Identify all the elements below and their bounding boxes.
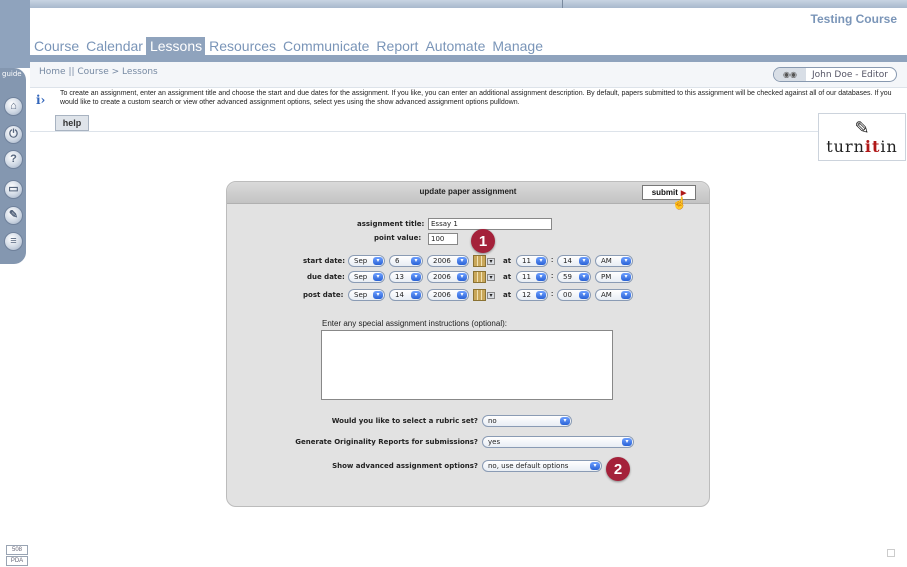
- due-date-label: due date:: [307, 273, 345, 281]
- calendar-icon[interactable]: ▾: [473, 255, 495, 267]
- start-minute-select[interactable]: 14 ▾: [557, 255, 591, 267]
- start-month-select[interactable]: Sep ▾: [348, 255, 385, 267]
- 508-link[interactable]: 508: [6, 545, 28, 555]
- nav-lessons[interactable]: Lessons: [145, 37, 206, 55]
- originality-question: Generate Originality Reports for submiss…: [295, 438, 478, 446]
- due-hour-select[interactable]: 11 ▾: [516, 271, 548, 283]
- hand-cursor-icon: ☝: [672, 196, 687, 210]
- originality-select[interactable]: yes ▾: [482, 436, 634, 448]
- tools-icon[interactable]: ✎: [4, 206, 23, 225]
- post-minute-select[interactable]: 00 ▾: [557, 289, 591, 301]
- points-label: point value:: [374, 234, 422, 242]
- info-text: To create an assignment, enter an assign…: [60, 90, 892, 106]
- due-minute-select[interactable]: 59 ▾: [557, 271, 591, 283]
- course-title: Testing Course: [810, 12, 897, 26]
- power-icon[interactable]: ⏻: [4, 125, 23, 144]
- turnitin-logo: ✎ turnitin: [818, 113, 906, 161]
- start-hour-select[interactable]: 11 ▾: [516, 255, 548, 267]
- callout-badge-2: 2: [606, 457, 630, 481]
- nav-automate[interactable]: Automate: [421, 37, 488, 55]
- panel-title: update paper assignment: [419, 187, 517, 196]
- nav-manage[interactable]: Manage: [488, 37, 546, 55]
- nav-resources[interactable]: Resources: [205, 37, 279, 55]
- post-ampm-select[interactable]: AM ▾: [595, 289, 633, 301]
- info-row: i› To create an assignment, enter an ass…: [30, 88, 907, 112]
- start-year-select[interactable]: 2006 ▾: [427, 255, 469, 267]
- points-input[interactable]: 100: [428, 233, 458, 245]
- nav-calendar[interactable]: Calendar: [82, 37, 146, 55]
- guide-label: guide: [2, 70, 22, 78]
- glasses-icon: ◉◉: [773, 68, 806, 81]
- title-input[interactable]: Essay 1: [428, 218, 552, 230]
- due-ampm-select[interactable]: PM ▾: [595, 271, 633, 283]
- post-day-select[interactable]: 14 ▾: [389, 289, 423, 301]
- resize-corner: [887, 549, 895, 557]
- submit-button[interactable]: submit ▶: [642, 185, 696, 200]
- advanced-select[interactable]: no, use default options ▾: [482, 460, 602, 472]
- rubric-question: Would you like to select a rubric set?: [331, 417, 478, 425]
- start-ampm-select[interactable]: AM ▾: [595, 255, 633, 267]
- logo-mark-icon: ✎: [854, 117, 870, 138]
- title-label: assignment title:: [357, 220, 425, 228]
- start-day-select[interactable]: 6 ▾: [389, 255, 423, 267]
- calendar-icon[interactable]: ▾: [473, 271, 495, 283]
- instructions-label: Enter any special assignment instruction…: [322, 319, 507, 328]
- start-date-label: start date:: [303, 257, 346, 265]
- folder-icon[interactable]: ▭: [4, 180, 23, 199]
- nav-course[interactable]: Course: [30, 37, 82, 55]
- due-day-select[interactable]: 13 ▾: [389, 271, 423, 283]
- post-date-label: post date:: [303, 291, 344, 299]
- help-icon[interactable]: ?: [4, 150, 23, 169]
- user-name: John Doe - Editor: [811, 69, 888, 80]
- info-icon: i›: [36, 93, 46, 107]
- due-year-select[interactable]: 2006 ▾: [427, 271, 469, 283]
- instructions-textarea[interactable]: [321, 330, 613, 400]
- rubric-select[interactable]: no ▾: [482, 415, 572, 427]
- top-bar: [0, 0, 907, 8]
- breadcrumb[interactable]: Home || Course > Lessons: [39, 67, 158, 77]
- calendar-icon[interactable]: ▾: [473, 289, 495, 301]
- chat-icon[interactable]: ≡: [4, 232, 23, 251]
- pda-link[interactable]: PDA: [6, 556, 28, 566]
- main-nav: Course Calendar Lessons Resources Commun…: [30, 37, 546, 55]
- post-hour-select[interactable]: 12 ▾: [516, 289, 548, 301]
- nav-communicate[interactable]: Communicate: [279, 37, 372, 55]
- post-month-select[interactable]: Sep ▾: [348, 289, 385, 301]
- home-icon[interactable]: ⌂: [4, 97, 23, 116]
- callout-badge-1: 1: [471, 229, 495, 253]
- user-badge[interactable]: ◉◉ John Doe - Editor: [772, 67, 897, 82]
- panel-header: update paper assignment submit ▶: [227, 182, 709, 204]
- breadcrumb-bar: Home || Course > Lessons ◉◉ John Doe - E…: [30, 62, 907, 88]
- nav-report[interactable]: Report: [372, 37, 421, 55]
- advanced-question: Show advanced assignment options?: [332, 462, 478, 470]
- post-year-select[interactable]: 2006 ▾: [427, 289, 469, 301]
- due-month-select[interactable]: Sep ▾: [348, 271, 385, 283]
- help-button[interactable]: help: [55, 115, 89, 131]
